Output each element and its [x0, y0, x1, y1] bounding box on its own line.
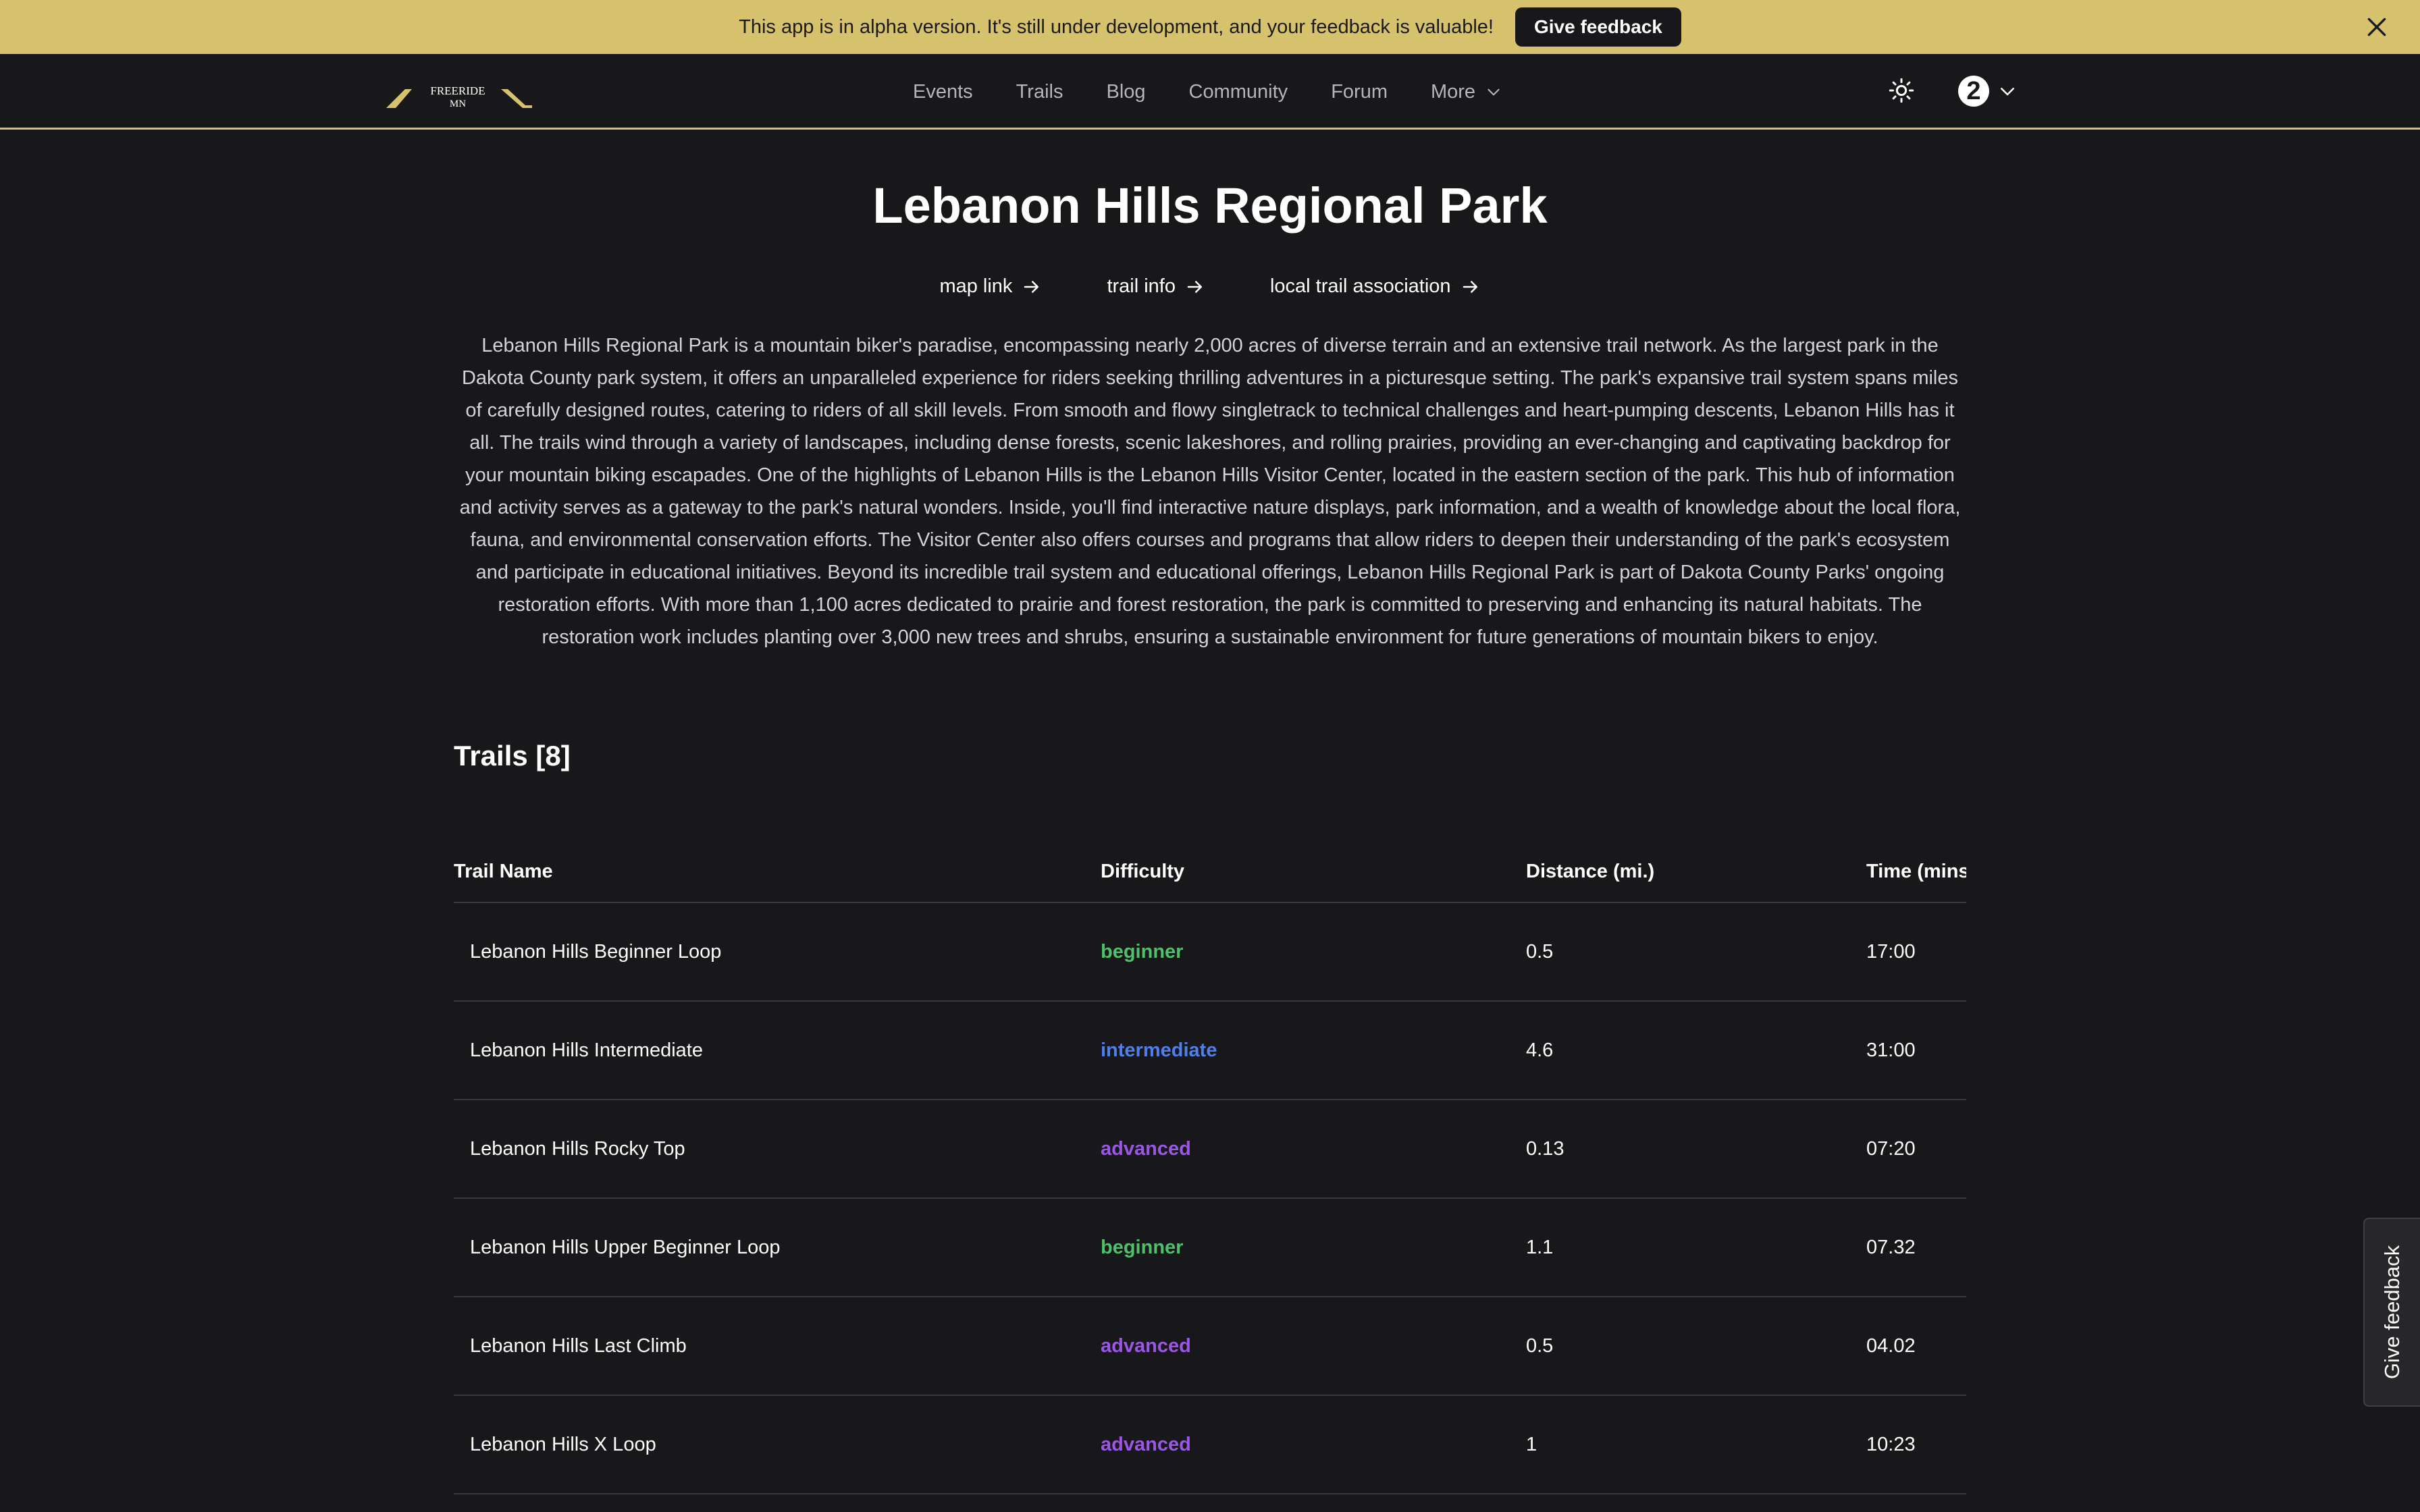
trail-distance: 0.13	[1526, 1137, 1564, 1160]
nav-forum[interactable]: Forum	[1331, 81, 1388, 103]
trail-difficulty: beginner	[1101, 1236, 1184, 1258]
nav-more-label: More	[1430, 80, 1476, 103]
nav-community[interactable]: Community	[1189, 81, 1288, 103]
sun-icon[interactable]	[1888, 77, 1915, 104]
column-distance[interactable]: Distance (mi.)	[1526, 861, 1866, 883]
trail-info-link-label: trail info	[1107, 275, 1176, 297]
nav-more[interactable]: More	[1431, 81, 1502, 103]
trail-association-link-label: local trail association	[1269, 275, 1451, 297]
user-menu[interactable]: 2	[1958, 74, 2018, 108]
nav-blog[interactable]: Blog	[1106, 81, 1145, 103]
arrow-right-icon	[1024, 280, 1039, 293]
table-header: Trail Name Difficulty Distance (mi.) Tim…	[454, 841, 1966, 903]
table-row[interactable]: Lebanon Hills Beginner Loop beginner 0.5…	[454, 903, 1966, 1002]
trail-difficulty: intermediate	[1101, 1039, 1217, 1061]
nav-events[interactable]: Events	[913, 81, 973, 103]
give-feedback-button[interactable]: Give feedback	[1515, 7, 1681, 47]
nav-trails[interactable]: Trails	[1016, 81, 1063, 103]
trail-name[interactable]: Lebanon Hills Upper Beginner Loop	[454, 1237, 1101, 1259]
table-row[interactable]: Lebanon Hills Upper Beginner Loop beginn…	[454, 1199, 1966, 1297]
close-icon[interactable]	[2363, 14, 2390, 40]
table-row[interactable]: Lebanon Hills Last Climb advanced 0.5 04…	[454, 1297, 1966, 1396]
trail-name[interactable]: Lebanon Hills X Loop	[454, 1434, 1101, 1456]
trail-time: 04.02	[1866, 1334, 1916, 1357]
side-feedback-button[interactable]: Give feedback	[2363, 1218, 2420, 1407]
trail-difficulty: advanced	[1101, 1137, 1191, 1160]
trail-time: 07:20	[1866, 1137, 1916, 1160]
side-feedback-label: Give feedback	[2380, 1245, 2404, 1380]
arrow-right-icon	[1187, 280, 1202, 293]
logo-text-bottom: MN	[450, 99, 466, 109]
chevron-down-icon	[2001, 88, 2014, 96]
trail-difficulty: advanced	[1101, 1334, 1191, 1357]
table-row[interactable]: Lebanon Hills Rocky Top advanced 0.13 07…	[454, 1100, 1966, 1199]
column-time[interactable]: Time (mins	[1866, 861, 1966, 883]
trail-difficulty: beginner	[1101, 940, 1184, 963]
park-links: map link trail info local trail associat…	[0, 275, 2420, 298]
trails-heading: Trails [8]	[454, 740, 571, 772]
page-title: Lebanon Hills Regional Park	[872, 178, 1548, 234]
table-row[interactable]: Lebanon Hills Intermediate intermediate …	[454, 1002, 1966, 1100]
user-avatar: 2	[1958, 76, 1989, 107]
trail-distance: 4.6	[1526, 1039, 1554, 1061]
trail-name[interactable]: Lebanon Hills Rocky Top	[454, 1138, 1101, 1160]
alpha-banner: This app is in alpha version. It's still…	[0, 0, 2420, 54]
trail-time: 10:23	[1866, 1433, 1916, 1455]
main-nav: Events Trails Blog Community Forum More	[913, 54, 1502, 130]
column-trail-name[interactable]: Trail Name	[454, 861, 1101, 883]
trail-difficulty: advanced	[1101, 1433, 1191, 1455]
logo-text-top: FREERIDE	[430, 84, 485, 97]
chevron-down-icon	[1488, 88, 1500, 96]
map-link-label: map link	[939, 275, 1013, 297]
trail-name[interactable]: Lebanon Hills Beginner Loop	[454, 941, 1101, 963]
trail-distance: 0.5	[1526, 940, 1554, 963]
trail-distance: 1.1	[1526, 1236, 1554, 1258]
logo-mark-icon: FREERIDE MN	[386, 84, 532, 109]
map-link[interactable]: map link	[939, 275, 1042, 298]
trail-distance: 1	[1526, 1433, 1537, 1455]
trail-time: 07.32	[1866, 1236, 1916, 1258]
park-description: Lebanon Hills Regional Park is a mountai…	[459, 335, 1961, 648]
freeride-mn-logo[interactable]: FREERIDE MN	[385, 82, 533, 109]
trail-distance: 0.5	[1526, 1334, 1554, 1357]
column-difficulty[interactable]: Difficulty	[1101, 861, 1526, 883]
table-row[interactable]: Lebanon Hills X Loop advanced 1 10:23	[454, 1396, 1966, 1494]
trail-name[interactable]: Lebanon Hills Intermediate	[454, 1040, 1101, 1062]
arrow-right-icon	[1463, 280, 1477, 293]
trail-time: 31:00	[1866, 1039, 1916, 1061]
trail-name[interactable]: Lebanon Hills Last Climb	[454, 1335, 1101, 1357]
trails-table: Trail Name Difficulty Distance (mi.) Tim…	[454, 841, 1966, 1494]
banner-text: This app is in alpha version. It's still…	[739, 16, 1494, 38]
trail-info-link[interactable]: trail info	[1107, 275, 1205, 298]
trail-association-link[interactable]: local trail association	[1270, 275, 1481, 298]
site-header: FREERIDE MN Events Trails Blog Community…	[0, 54, 2420, 130]
trail-time: 17:00	[1866, 940, 1916, 963]
